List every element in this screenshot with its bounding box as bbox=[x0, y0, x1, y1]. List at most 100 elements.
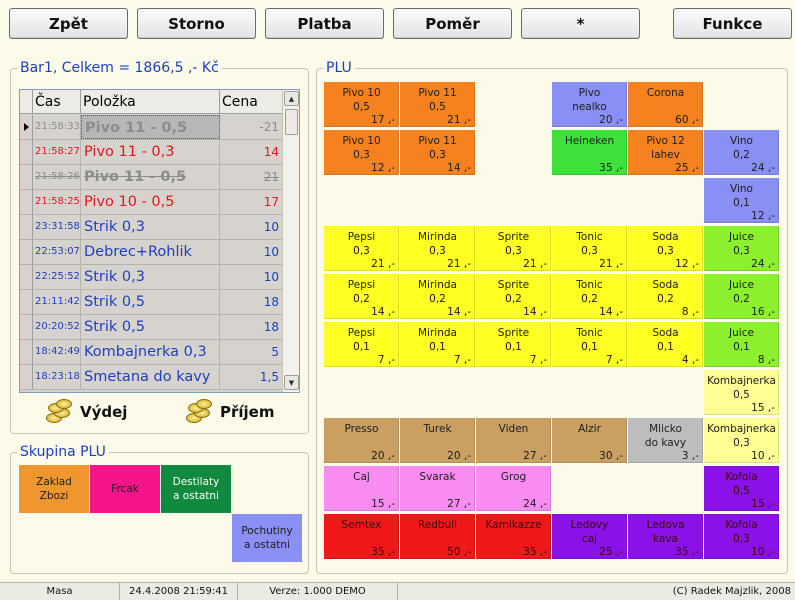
column-header-price[interactable]: Cena bbox=[220, 90, 282, 114]
plu-tile[interactable]: Sprite 0,2 14 ,- bbox=[476, 274, 552, 320]
plu-tile[interactable]: Kofola 0,3 10 ,- bbox=[704, 514, 780, 560]
receipt-scrollbar[interactable]: ▲ ▼ bbox=[282, 90, 299, 392]
cell-time: 18:23:18 bbox=[33, 365, 81, 389]
back-button[interactable]: Zpět bbox=[9, 8, 128, 39]
plu-tile[interactable]: Mirinda 0,2 14 ,- bbox=[400, 274, 476, 320]
plu-tile-name: Soda 0,2 bbox=[652, 279, 679, 305]
row-selector[interactable] bbox=[20, 290, 33, 314]
plu-tile-price: 14 ,- bbox=[599, 306, 623, 318]
ratio-button[interactable]: Poměr bbox=[393, 8, 512, 39]
scroll-thumb[interactable] bbox=[285, 109, 298, 135]
plu-tile[interactable]: Presso 20 ,- bbox=[324, 418, 400, 464]
plu-tile[interactable]: Pepsi 0,3 21 ,- bbox=[324, 226, 400, 272]
functions-button[interactable]: Funkce bbox=[673, 8, 792, 39]
plu-tile[interactable]: Ledovy caj 25 ,- bbox=[552, 514, 628, 560]
plu-tile-price: 12 ,- bbox=[675, 258, 699, 270]
plu-tile[interactable]: Redbull 50 ,- bbox=[400, 514, 476, 560]
plu-tile-name: Pivo 12 lahev bbox=[646, 135, 685, 161]
plu-tile[interactable]: Pivo 10 0,3 12 ,- bbox=[324, 130, 400, 176]
table-row[interactable]: 20:20:52 Strik 0,5 18 bbox=[20, 315, 282, 340]
row-selector[interactable] bbox=[20, 115, 33, 139]
plu-tile[interactable]: Kombajnerka 0,5 15 ,- bbox=[704, 370, 780, 416]
cell-time: 21:58:33 bbox=[33, 115, 81, 139]
plu-tile[interactable]: Ledova kava 35 ,- bbox=[628, 514, 704, 560]
row-selector[interactable] bbox=[20, 265, 33, 289]
plu-tile[interactable]: Alzir 30 ,- bbox=[552, 418, 628, 464]
multiply-button[interactable]: * bbox=[521, 8, 640, 39]
row-selector[interactable] bbox=[20, 240, 33, 264]
plu-tile[interactable]: Kombajnerka 0,3 10 ,- bbox=[704, 418, 780, 464]
scroll-down-icon[interactable]: ▼ bbox=[284, 375, 299, 390]
cell-price: 18 bbox=[263, 295, 279, 309]
plu-tile-price: 24 ,- bbox=[523, 498, 547, 510]
plu-tile[interactable]: Heineken 35 ,- bbox=[552, 130, 628, 176]
plu-tile[interactable]: Viden 27 ,- bbox=[476, 418, 552, 464]
cell-item: Pivo 11 - 0,3 bbox=[81, 140, 220, 164]
plu-tile[interactable]: Pivo nealko 20 ,- bbox=[552, 82, 628, 128]
column-header-item[interactable]: Položka bbox=[81, 90, 220, 114]
plu-tile[interactable]: Mirinda 0,3 21 ,- bbox=[400, 226, 476, 272]
plu-tile[interactable]: Juice 0,1 8 ,- bbox=[704, 322, 780, 368]
column-header-time[interactable]: Čas bbox=[33, 90, 81, 114]
table-row[interactable]: 22:25:52 Strik 0,3 10 bbox=[20, 265, 282, 290]
plu-tile[interactable]: Pivo 10 0,5 17 ,- bbox=[324, 82, 400, 128]
row-selector[interactable] bbox=[20, 315, 33, 339]
cancel-button[interactable]: Storno bbox=[137, 8, 256, 39]
plu-tile[interactable]: Pivo 12 lahev 25 ,- bbox=[628, 130, 704, 176]
plu-tile[interactable]: Kamikazze 35 ,- bbox=[476, 514, 552, 560]
plu-group-snacks[interactable]: Pochutiny a ostatni bbox=[232, 514, 302, 562]
plu-tile[interactable]: Pivo 11 0,5 21 ,- bbox=[400, 82, 476, 128]
plu-tile[interactable]: Soda 0,3 12 ,- bbox=[628, 226, 704, 272]
row-selector[interactable] bbox=[20, 190, 33, 214]
table-row[interactable]: 18:42:49 Kombajnerka 0,3 5 bbox=[20, 340, 282, 365]
plu-tile[interactable]: Caj 15 ,- bbox=[324, 466, 400, 512]
plu-tile[interactable]: Juice 0,2 16 ,- bbox=[704, 274, 780, 320]
plu-tile[interactable]: Tonic 0,1 7 ,- bbox=[552, 322, 628, 368]
plu-tile[interactable]: Pepsi 0,1 7 ,- bbox=[324, 322, 400, 368]
plu-tile[interactable]: Grog 24 ,- bbox=[476, 466, 552, 512]
plu-group-frcak[interactable]: Frcak bbox=[90, 465, 160, 513]
plu-tile[interactable]: Pepsi 0,2 14 ,- bbox=[324, 274, 400, 320]
plu-tile[interactable]: Kofola 0,5 15 ,- bbox=[704, 466, 780, 512]
plu-tile[interactable]: Corona 60 ,- bbox=[628, 82, 704, 128]
table-row[interactable]: 21:58:25 Pivo 10 - 0,5 17 bbox=[20, 190, 282, 215]
plu-tile[interactable]: Tonic 0,3 21 ,- bbox=[552, 226, 628, 272]
plu-tile[interactable]: Mirinda 0,1 7 ,- bbox=[400, 322, 476, 368]
row-selector[interactable] bbox=[20, 215, 33, 239]
row-selector[interactable] bbox=[20, 365, 33, 389]
plu-tile[interactable]: Vino 0,1 12 ,- bbox=[704, 178, 780, 224]
plu-tile[interactable]: Soda 0,2 8 ,- bbox=[628, 274, 704, 320]
row-selector[interactable] bbox=[20, 340, 33, 364]
plu-tile[interactable]: Vino 0,2 24 ,- bbox=[704, 130, 780, 176]
plu-tile-name: Mirinda 0,1 bbox=[418, 327, 457, 353]
plu-tile[interactable]: Sprite 0,1 7 ,- bbox=[476, 322, 552, 368]
table-row[interactable]: 21:11:42 Strik 0,5 18 bbox=[20, 290, 282, 315]
plu-tile[interactable]: Juice 0,3 24 ,- bbox=[704, 226, 780, 272]
plu-tile[interactable]: Tonic 0,2 14 ,- bbox=[552, 274, 628, 320]
issue-button[interactable]: Výdej bbox=[44, 398, 127, 426]
receive-button[interactable]: Příjem bbox=[184, 398, 274, 426]
table-row[interactable]: 21:58:27 Pivo 11 - 0,3 14 bbox=[20, 140, 282, 165]
table-row[interactable]: 21:58:26 Pivo 11 - 0,5 21 bbox=[20, 165, 282, 190]
table-row[interactable]: 22:53:07 Debrec+Rohlik 10 bbox=[20, 240, 282, 265]
receipt-grid[interactable]: Čas Položka Cena 21:58:33 Pivo 11 - 0,5 -2… bbox=[19, 89, 300, 393]
row-selector[interactable] bbox=[20, 140, 33, 164]
plu-tile[interactable]: Svarak 27 ,- bbox=[400, 466, 476, 512]
plu-tile-name: Pivo nealko bbox=[572, 87, 607, 113]
payment-button[interactable]: Platba bbox=[265, 8, 384, 39]
plu-tile[interactable]: Turek 20 ,- bbox=[400, 418, 476, 464]
plu-tile-price: 21 ,- bbox=[523, 258, 547, 270]
plu-tile[interactable]: Semtex 35 ,- bbox=[324, 514, 400, 560]
plu-tile[interactable]: Pivo 11 0,3 14 ,- bbox=[400, 130, 476, 176]
table-row[interactable]: 21:58:33 Pivo 11 - 0,5 -21 bbox=[20, 115, 282, 140]
plu-tile[interactable]: Soda 0,1 4 ,- bbox=[628, 322, 704, 368]
table-row[interactable]: 23:31:58 Strik 0,3 10 bbox=[20, 215, 282, 240]
row-selector[interactable] bbox=[20, 165, 33, 189]
scroll-up-icon[interactable]: ▲ bbox=[284, 91, 299, 106]
plu-group-spirits[interactable]: Destilaty a ostatni bbox=[161, 465, 231, 513]
table-row[interactable]: 18:23:18 Smetana do kavy 1,5 bbox=[20, 365, 282, 390]
plu-group-basic-goods[interactable]: Zaklad Zbozi bbox=[19, 465, 89, 513]
plu-tile[interactable]: Sprite 0,3 21 ,- bbox=[476, 226, 552, 272]
plu-tile[interactable]: Mlicko do kavy 3 ,- bbox=[628, 418, 704, 464]
plu-tile-name: Pepsi 0,2 bbox=[347, 279, 376, 305]
